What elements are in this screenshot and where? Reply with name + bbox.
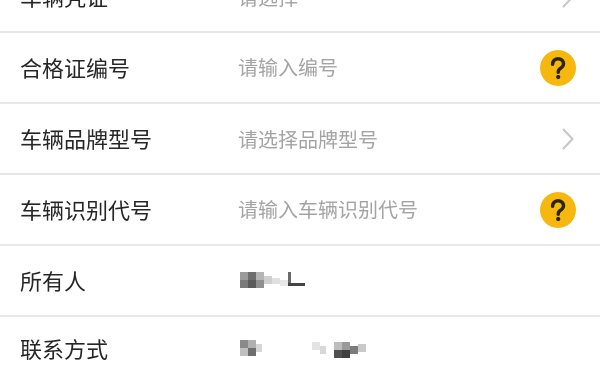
owner-label: 所有人 <box>20 270 87 296</box>
certificate-number-input[interactable] <box>238 55 530 80</box>
help-icon[interactable] <box>540 49 576 86</box>
brand-model-placeholder: 请选择品牌型号 <box>238 128 378 152</box>
vehicle-certificate-label: 车辆凭证 <box>0 0 238 13</box>
vehicle-certificate-placeholder: 请选择 <box>238 0 298 11</box>
contact-value-redacted <box>240 339 366 358</box>
brand-model-label: 车辆品牌型号 <box>20 128 153 154</box>
form-row-vehicle-certificate[interactable]: 车辆凭证 请选择 <box>0 0 600 33</box>
vin-label: 车辆识别代号 <box>20 199 153 225</box>
vehicle-info-form-screen: 车辆凭证 请选择 合格证编号 车辆品牌型号 请选择品牌型号 <box>0 0 600 380</box>
owner-field[interactable] <box>238 246 600 315</box>
chevron-right-icon <box>562 128 574 149</box>
vehicle-certificate-select[interactable]: 请选择 <box>238 0 600 31</box>
contact-field[interactable] <box>238 317 600 380</box>
form-row-contact: 联系方式 <box>0 317 600 380</box>
owner-value-redacted <box>240 271 305 288</box>
help-icon[interactable] <box>540 191 576 228</box>
form-row-vin: 车辆识别代号 <box>0 175 600 246</box>
form-row-owner: 所有人 <box>0 246 600 317</box>
chevron-right-icon <box>562 0 571 7</box>
form-row-certificate-number: 合格证编号 <box>0 33 600 104</box>
brand-model-select[interactable]: 请选择品牌型号 <box>238 104 600 173</box>
form-row-brand-model[interactable]: 车辆品牌型号 请选择品牌型号 <box>0 104 600 175</box>
vin-input[interactable] <box>238 197 530 222</box>
contact-label: 联系方式 <box>20 338 109 364</box>
vehicle-info-form: 车辆凭证 请选择 合格证编号 车辆品牌型号 请选择品牌型号 <box>0 0 600 380</box>
certificate-number-label: 合格证编号 <box>20 57 131 83</box>
